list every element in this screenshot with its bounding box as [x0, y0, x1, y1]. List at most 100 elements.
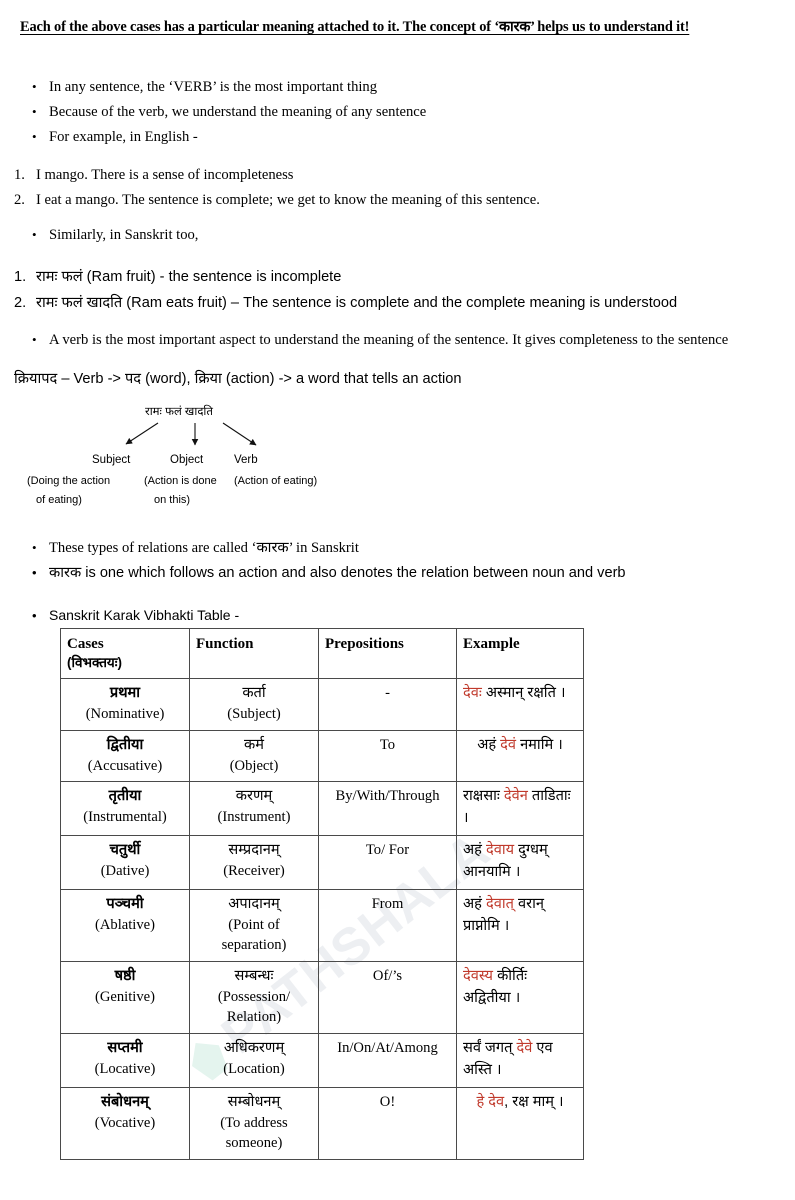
- list-item: कारक is one which follows an action and …: [32, 564, 626, 583]
- cell-case: षष्ठी (Genitive): [60, 961, 190, 1035]
- case-sanskrit: सप्तमी: [107, 1040, 143, 1057]
- cell-case: द्वितीया (Accusative): [60, 729, 190, 783]
- list-item-label: These types of relations are called ‘कार…: [49, 540, 359, 556]
- function-sanskrit: अधिकरणम्: [223, 1040, 285, 1057]
- example-highlight: देवं: [500, 736, 517, 753]
- list-item: In any sentence, the ‘VERB’ is the most …: [32, 78, 377, 97]
- example-prefix: अहं: [463, 895, 486, 912]
- example-highlight: देवस्य: [463, 968, 494, 985]
- list-item-label: कारक is one which follows an action and …: [49, 565, 626, 581]
- cell-function: करणम् (Instrument): [189, 781, 319, 837]
- example-prefix: सर्वं जगत्: [463, 1040, 517, 1057]
- cell-example: अहं देवाय दुग्धम् आनयामि ।: [456, 835, 584, 890]
- case-sanskrit: संबोधनम्: [101, 1093, 149, 1110]
- example-highlight: देवः: [463, 685, 482, 702]
- karak-vibhakti-table-wrapper: Cases (विभक्तयः) Function Prepositions E…: [60, 627, 584, 1161]
- case-english: (Dative): [100, 862, 150, 879]
- case-english: (Genitive): [95, 988, 155, 1005]
- cell-preposition: In/On/At/Among: [318, 1033, 457, 1088]
- cell-function: अधिकरणम् (Location): [189, 1033, 319, 1088]
- cell-function: कर्म (Object): [189, 729, 319, 783]
- diagram-label-subject: Subject: [92, 454, 131, 466]
- column-header-cases-label: Cases: [67, 636, 104, 652]
- list-item: 1. I mango. There is a sense of incomple…: [14, 166, 293, 185]
- diagram-desc-object-2: on this): [154, 494, 191, 506]
- table-row: प्रथमा (Nominative) कर्ता (Subject) - देवः अस…: [60, 678, 584, 731]
- diagram-desc-object-1: (Action is done: [144, 475, 217, 487]
- table-caption-label: Sanskrit Karak Vibhakti Table -: [49, 607, 240, 623]
- kriyapada-definition: क्रियापद – Verb -> पद (word), क्रिया (ac…: [14, 371, 462, 387]
- cell-preposition: By/With/Through: [318, 781, 457, 837]
- list-item-label: रामः फलं खादति (Ram eats fruit) – The se…: [36, 295, 678, 311]
- function-sanskrit: कर्म: [244, 736, 264, 753]
- page-title: Each of the above cases has a particular…: [20, 19, 690, 35]
- bullet-icon: [32, 228, 49, 241]
- case-english: (Ablative): [95, 916, 155, 933]
- cell-function: अपादानम् (Point of separation): [189, 888, 319, 963]
- cell-example: अहं देवात् वरान् प्राप्नोमि ।: [456, 888, 584, 963]
- example-suffix: , रक्ष माम् ।: [504, 1093, 564, 1110]
- cell-example: देवस्य कीर्तिः अद्वितीया ।: [456, 961, 584, 1035]
- cell-example: अहं देवं नमामि ।: [456, 729, 584, 783]
- cell-case: पञ्चमी (Ablative): [60, 888, 190, 963]
- case-sanskrit: षष्ठी: [114, 968, 136, 985]
- list-item-number: 2.: [14, 192, 25, 208]
- bullet-icon: [32, 541, 49, 554]
- function-sanskrit: कर्ता: [242, 685, 266, 702]
- cell-example: सर्वं जगत् देवे एव अस्ति ।: [456, 1033, 584, 1088]
- case-sanskrit: द्वितीया: [106, 736, 144, 753]
- example-prefix: राक्षसाः: [463, 788, 504, 805]
- diagram-label-object: Object: [170, 454, 204, 466]
- table-row: तृतीया (Instrumental) करणम् (Instrument) By/…: [60, 781, 584, 837]
- list-item-label: For example, in English -: [49, 129, 198, 145]
- diagram-label-verb: Verb: [234, 454, 258, 466]
- diagram-desc-subject-1: (Doing the action: [27, 475, 111, 487]
- case-english: (Instrumental): [83, 809, 167, 826]
- function-sanskrit: सम्बन्धः: [234, 968, 274, 985]
- bullet-icon: [32, 566, 49, 579]
- table-row: चतुर्थी (Dative) सम्प्रदानम् (Receiver) To/ …: [60, 835, 584, 890]
- list-item-number: 2.: [14, 295, 27, 311]
- table-caption: Sanskrit Karak Vibhakti Table -: [32, 606, 239, 624]
- cell-preposition: -: [318, 678, 457, 731]
- example-prefix: अहं: [477, 736, 501, 753]
- list-item-number: 1.: [14, 167, 25, 183]
- list-item-label: I mango. There is a sense of incompleten…: [36, 167, 294, 183]
- cell-case: तृतीया (Instrumental): [60, 781, 190, 837]
- cell-case: चतुर्थी (Dative): [60, 835, 190, 890]
- list-item-number: 1.: [14, 269, 27, 285]
- list-item: These types of relations are called ‘कार…: [32, 539, 359, 558]
- list-item: Because of the verb, we understand the m…: [32, 103, 426, 122]
- case-sanskrit: पञ्चमी: [106, 895, 144, 912]
- cell-example: राक्षसाः देवेन ताडिताः ।: [456, 781, 584, 837]
- list-item-label: रामः फलं (Ram fruit) - the sentence is i…: [36, 269, 342, 285]
- list-item-label: Because of the verb, we understand the m…: [49, 104, 427, 120]
- cell-function: सम्बोधनम् (To address someone): [189, 1086, 319, 1161]
- case-sanskrit: चतुर्थी: [109, 842, 141, 859]
- function-sanskrit: सम्बोधनम्: [227, 1093, 281, 1110]
- example-prefix: अहं: [463, 842, 486, 859]
- cell-preposition: To: [318, 729, 457, 783]
- example-highlight: देवाय: [485, 842, 515, 859]
- function-sanskrit: अपादानम्: [228, 895, 280, 912]
- column-header-prepositions-label: Prepositions: [325, 636, 404, 652]
- list-item: A verb is the most important aspect to u…: [32, 331, 728, 350]
- cell-case: प्रथमा (Nominative): [60, 678, 190, 731]
- bullet-icon: [32, 609, 49, 622]
- column-header-example: Example: [456, 627, 584, 680]
- bullet-icon: [32, 105, 49, 118]
- document-page: Each of the above cases has a particular…: [0, 0, 795, 1200]
- cell-case: संबोधनम् (Vocative): [60, 1086, 190, 1161]
- column-header-cases: Cases (विभक्तयः): [60, 627, 190, 680]
- case-sanskrit: प्रथमा: [109, 685, 141, 702]
- bullet-icon: [32, 130, 49, 143]
- sentence-structure-diagram: रामः फलं खादति Subject Object Verb (Doin…: [18, 404, 398, 516]
- column-header-example-label: Example: [463, 636, 520, 652]
- table-row: षष्ठी (Genitive) सम्बन्धः (Possession/ Rela…: [60, 961, 584, 1035]
- case-english: (Nominative): [85, 706, 165, 723]
- list-item: For example, in English -: [32, 128, 198, 147]
- function-sanskrit: सम्प्रदानम्: [228, 842, 280, 859]
- karak-vibhakti-table: Cases (विभक्तयः) Function Prepositions E…: [60, 627, 584, 1161]
- function-sanskrit: करणम्: [235, 788, 273, 805]
- function-english: (To address someone): [220, 1114, 288, 1152]
